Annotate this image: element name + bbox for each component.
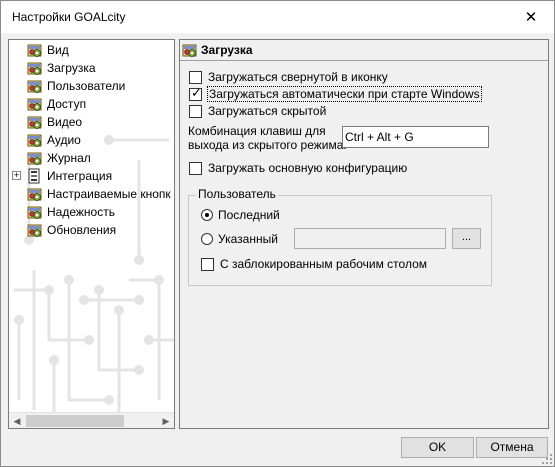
tree-horizontal-scrollbar[interactable]: ◀ ▶ [9,412,174,428]
tree-item-label: Журнал [47,151,91,165]
option-start-minimized-checkbox[interactable] [189,70,202,84]
specified-user-input [294,228,446,249]
tree-item-label: Надежность [47,205,115,219]
expand-plus-icon[interactable]: + [12,171,21,180]
tree-item[interactable]: Вид [9,41,174,59]
settings-gear-icon [27,44,42,57]
tree-item-label: Аудио [47,133,81,147]
option-start-minimized[interactable]: Загружаться свернутой в иконку [189,69,388,85]
radio-last-user-button[interactable] [201,209,213,221]
settings-gear-icon [27,188,42,201]
option-main-config-label: Загружать основную конфигурацию [208,161,408,175]
tree-item-label: Интеграция [47,169,113,183]
option-main-config-checkbox[interactable] [189,161,202,175]
user-group-title: Пользователь [196,187,278,201]
scroll-right-icon[interactable]: ▶ [158,413,174,428]
tree-item[interactable]: Видео [9,113,174,131]
tree-item[interactable]: Обновления [9,221,174,239]
settings-gear-icon [27,62,42,75]
tree-item-label: Вид [47,43,69,57]
header-divider [180,60,548,61]
settings-gear-icon [27,80,42,93]
panel-header: Загрузка [180,40,548,61]
window-title: Настройки GOALcity [12,10,126,24]
hotkey-label-line2: выхода из скрытого режима: [188,138,347,152]
option-locked-desktop[interactable]: С заблокированным рабочим столом [201,256,427,272]
tree-item[interactable]: Аудио [9,131,174,149]
settings-gear-icon [27,152,42,165]
settings-tree[interactable]: Вид Загрузка Пользователи Доступ Видео Аудио Ж… [8,39,175,429]
hotkey-input[interactable]: Ctrl + Alt + G [342,126,489,148]
scroll-left-icon[interactable]: ◀ [9,413,25,428]
settings-panel: Загрузка Загружаться свернутой в иконку … [179,39,549,429]
option-locked-desktop-label: С заблокированным рабочим столом [220,257,427,271]
settings-gear-icon [182,44,197,57]
option-locked-desktop-checkbox[interactable] [201,257,214,271]
tree-item[interactable]: + Интеграция [9,167,174,185]
settings-gear-icon [27,224,42,237]
tree-item-label: Обновления [47,223,117,237]
settings-gear-icon [27,134,42,147]
radio-specified-user-label: Указанный [218,232,278,246]
browse-user-button[interactable]: ... [452,228,481,249]
option-start-hidden[interactable]: Загружаться скрытой [189,103,326,119]
hotkey-label: Комбинация клавиш для выхода из скрытого… [188,124,348,152]
tree-item-label: Видео [47,115,83,129]
title-bar: Настройки GOALcity ✕ [1,1,554,33]
ok-button[interactable]: OK [401,437,474,458]
radio-specified-user[interactable]: Указанный [201,231,278,247]
settings-gear-icon [27,206,42,219]
tree-item-label: Пользователи [47,79,126,93]
option-start-hidden-label: Загружаться скрытой [208,104,327,118]
option-autostart[interactable]: Загружаться автоматически при старте Win… [189,86,482,102]
tree-item-label: Доступ [47,97,87,111]
tree-item[interactable]: Настраиваемые кнопк [9,185,174,203]
settings-gear-icon [27,98,42,111]
close-icon[interactable]: ✕ [508,1,554,32]
settings-gear-icon [27,116,42,129]
option-start-minimized-label: Загружаться свернутой в иконку [208,70,388,84]
panel-title: Загрузка [201,43,253,57]
resize-grip-icon[interactable] [542,454,552,464]
option-autostart-checkbox[interactable] [189,86,202,101]
tree-item[interactable]: Доступ [9,95,174,113]
tree-item-label: Настраиваемые кнопк [47,187,171,201]
tree-item[interactable]: Пользователи [9,77,174,95]
scroll-thumb[interactable] [26,415,124,427]
radio-last-user-label: Последний [218,208,280,222]
radio-last-user[interactable]: Последний [201,207,280,223]
option-autostart-label: Загружаться автоматически при старте Win… [207,86,482,102]
radio-specified-user-button[interactable] [201,233,213,245]
cancel-button[interactable]: Отмена [476,437,548,458]
tree-item-label: Загрузка [47,61,96,75]
tree-item[interactable]: Надежность [9,203,174,221]
tree-item[interactable]: Журнал [9,149,174,167]
settings-window: Настройки GOALcity ✕ Вид Загрузка Пользо… [0,0,555,467]
integration-icon [28,168,40,184]
option-main-config[interactable]: Загружать основную конфигурацию [189,160,407,176]
hotkey-label-line1: Комбинация клавиш для [188,124,326,138]
tree-item[interactable]: Загрузка [9,59,174,77]
option-start-hidden-checkbox[interactable] [189,104,202,118]
